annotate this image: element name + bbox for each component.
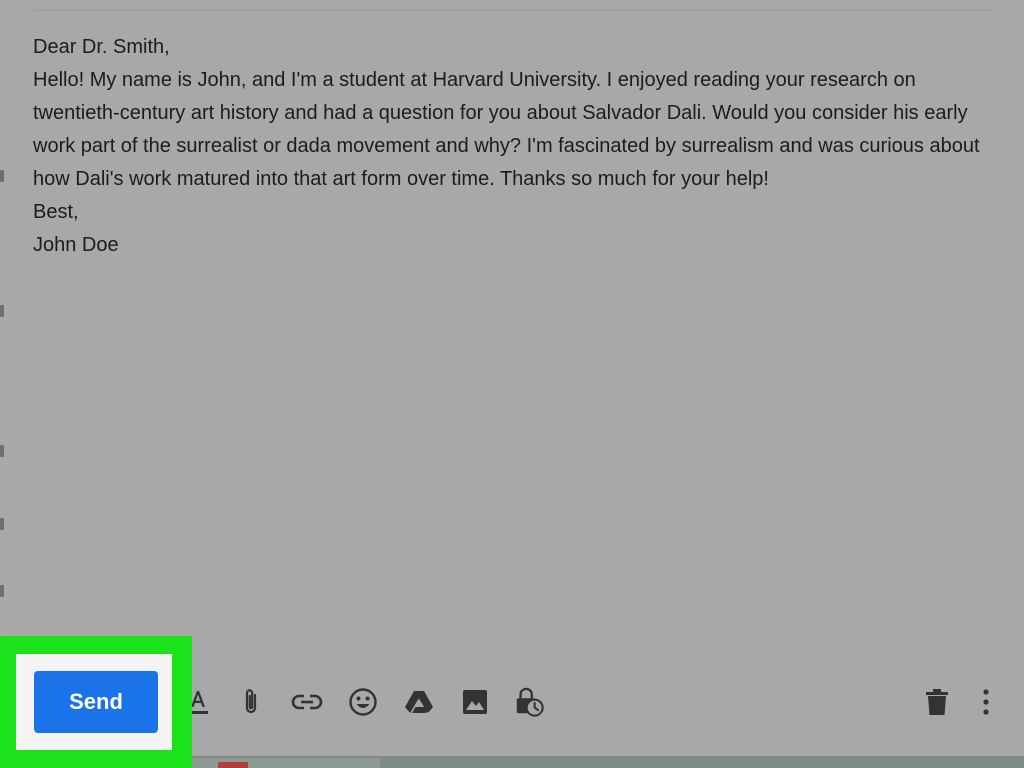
sliver-mark: [0, 518, 4, 530]
send-highlight-box: Send: [0, 636, 192, 768]
send-button[interactable]: Send: [34, 671, 158, 733]
taskbar-red-mark: [218, 762, 248, 768]
sliver-mark: [0, 445, 4, 457]
greeting-line: Dear Dr. Smith,: [33, 36, 170, 58]
sliver-mark: [0, 170, 4, 182]
send-highlight-inner: Send: [16, 654, 172, 750]
closing-line: Best,: [33, 201, 79, 223]
sliver-mark: [0, 305, 4, 317]
emoji-icon[interactable]: [347, 686, 379, 718]
subject-divider: [34, 10, 994, 11]
confidential-mode-icon[interactable]: [513, 686, 545, 718]
photo-icon[interactable]: [459, 686, 491, 718]
trash-icon[interactable]: [921, 686, 953, 718]
link-icon[interactable]: [291, 686, 323, 718]
message-body[interactable]: Dear Dr. Smith, Hello! My name is John, …: [33, 31, 1003, 262]
compose-window-screen: Dear Dr. Smith, Hello! My name is John, …: [0, 0, 1024, 768]
drive-icon[interactable]: [403, 686, 435, 718]
signature-line: John Doe: [33, 234, 119, 256]
body-paragraph: Hello! My name is John, and I'm a studen…: [33, 69, 980, 190]
sliver-mark: [0, 585, 4, 597]
attachment-icon[interactable]: [235, 686, 267, 718]
more-options-icon[interactable]: [970, 686, 1002, 718]
